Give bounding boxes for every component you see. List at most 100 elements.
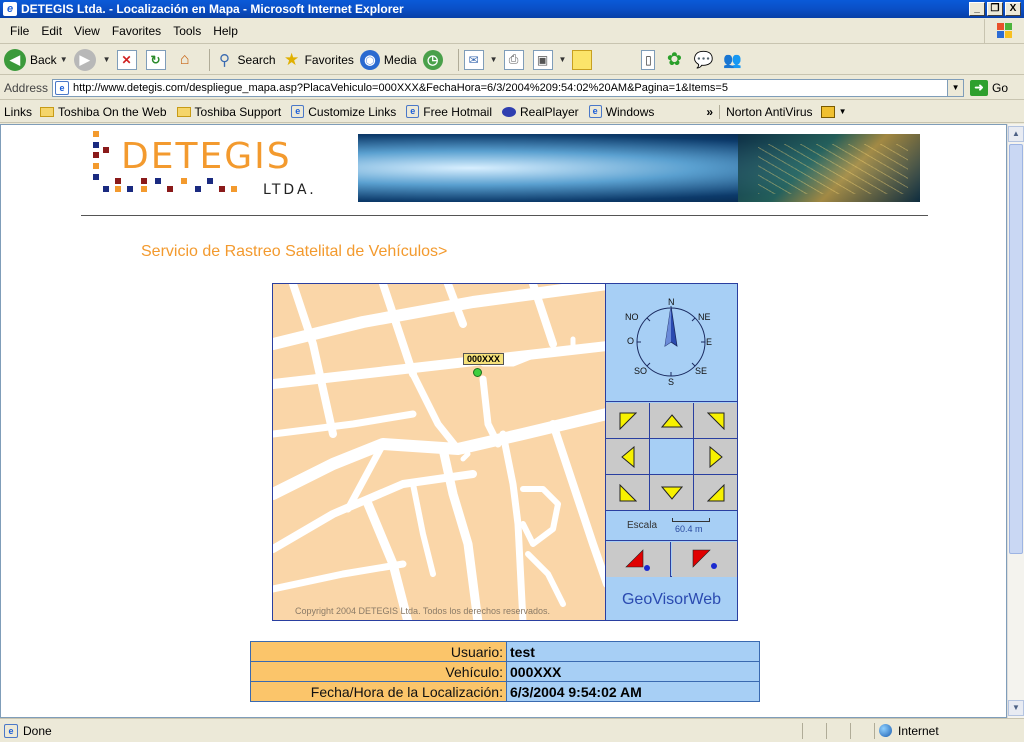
maximize-button[interactable]: ❐ (987, 2, 1003, 16)
minimize-button[interactable]: _ (969, 2, 985, 16)
status-text: Done (23, 723, 52, 738)
address-label: Address (4, 80, 49, 95)
menu-file[interactable]: File (10, 24, 29, 38)
geovisorweb-label: GeoVisorWeb (621, 590, 721, 608)
search-label: Search (237, 52, 276, 67)
scale-label: Escala (627, 520, 658, 531)
home-button[interactable]: ⌂ (175, 50, 198, 70)
compass-ne: NE (698, 312, 711, 322)
link-label: Toshiba On the Web (58, 104, 167, 119)
chat-button[interactable]: 💬 (693, 50, 716, 70)
favorites-star-icon: ★ (283, 49, 300, 69)
scroll-up-button[interactable]: ▲ (1008, 126, 1024, 142)
media-label: Media (383, 52, 417, 67)
vehicle-label: Vehículo: (250, 661, 507, 682)
compass-rose: N NE E SE S SO O NO (606, 284, 737, 402)
media-icon: ◉ (359, 49, 380, 70)
link-hotmail[interactable]: e Free Hotmail (406, 105, 492, 119)
pan-controls (606, 403, 737, 511)
messenger-button[interactable]: ▯ (641, 49, 658, 70)
pan-southeast-button[interactable] (694, 475, 737, 511)
pan-east-button[interactable] (694, 439, 737, 475)
mail-icon: ✉ (463, 49, 484, 70)
header-banner-image (358, 134, 920, 202)
location-info-table: Usuario: test Vehículo: 000XXX Fecha/Hor… (250, 641, 760, 702)
favorites-button[interactable]: ★ Favorites (282, 50, 354, 70)
scroll-down-button[interactable]: ▼ (1008, 700, 1024, 716)
menu-tools[interactable]: Tools (173, 24, 201, 38)
menu-view[interactable]: View (74, 24, 100, 38)
globe-icon (879, 724, 892, 737)
menu-edit[interactable]: Edit (41, 24, 62, 38)
link-label: RealPlayer (519, 104, 579, 119)
link-toshiba-web[interactable]: Toshiba On the Web (40, 105, 167, 119)
window-title-bar[interactable]: e DETEGIS Ltda. - Localización en Mapa -… (0, 0, 1024, 18)
map-copyright: Copyright 2004 DETEGIS Ltda. Todos los d… (295, 606, 550, 616)
favorites-label: Favorites (304, 52, 354, 67)
address-dropdown-icon[interactable]: ▼ (947, 79, 964, 96)
norton-dropdown-icon[interactable]: ▼ (839, 107, 847, 116)
link-toshiba-support[interactable]: Toshiba Support (176, 105, 281, 119)
links-chevron-icon[interactable]: » (706, 105, 713, 119)
map-canvas[interactable]: 000XXX Copyright 2004 DETEGIS Ltda. Todo… (272, 283, 606, 621)
zoom-in-button[interactable] (606, 542, 671, 577)
forward-dropdown-icon[interactable]: ▼ (103, 55, 111, 64)
address-input[interactable]: e http://www.detegis.com/despliegue_mapa… (52, 78, 965, 97)
ie-app-icon[interactable]: e (3, 2, 17, 16)
pan-south-button[interactable] (650, 475, 694, 511)
page-viewport[interactable]: DETEGIS LTDA. Servicio de Rastreo Sateli… (0, 124, 1007, 718)
edit-icon: ▣ (532, 49, 553, 70)
ie-page-icon: e (588, 105, 602, 118)
go-button[interactable]: ➜ Go (970, 79, 1008, 96)
refresh-button[interactable]: ↻ (145, 49, 169, 70)
scroll-thumb[interactable] (1009, 144, 1023, 554)
back-dropdown-icon[interactable]: ▼ (60, 55, 68, 64)
norton-icon (820, 105, 835, 118)
arrow-southeast-icon (706, 483, 724, 501)
address-url[interactable]: http://www.detegis.com/despliegue_mapa.a… (73, 82, 947, 94)
stop-button[interactable]: ✕ (116, 49, 140, 70)
toolbar-separator (457, 48, 459, 71)
link-customize[interactable]: e Customize Links (291, 105, 396, 119)
norton-toolbar[interactable]: Norton AntiVirus ▼ (719, 104, 847, 119)
contacts-button[interactable]: 👥 (722, 50, 745, 70)
link-realplayer[interactable]: RealPlayer (501, 104, 579, 119)
zoom-out-button[interactable] (672, 542, 737, 577)
close-button[interactable]: X (1005, 2, 1021, 16)
mail-dropdown-icon[interactable]: ▼ (490, 55, 498, 64)
pan-northwest-button[interactable] (606, 403, 650, 439)
vertical-scrollbar[interactable]: ▲ ▼ (1007, 124, 1024, 718)
ie-page-icon: e (55, 80, 70, 95)
refresh-icon: ↻ (145, 49, 166, 70)
back-button[interactable]: ◀ Back ▼ (4, 48, 68, 71)
icq-button[interactable]: ✿ (664, 49, 687, 70)
pan-north-button[interactable] (650, 403, 694, 439)
user-label: Usuario: (250, 641, 507, 662)
standard-toolbar: ◀ Back ▼ ▶ ▼ ✕ ↻ ⌂ ⚲ Search ★ Favorites … (0, 45, 1024, 75)
logo-brand-text: DETEGIS (121, 136, 292, 177)
media-button[interactable]: ◉ Media (359, 49, 417, 70)
pan-southwest-button[interactable] (606, 475, 650, 511)
arrow-southwest-icon (619, 483, 637, 501)
link-windows[interactable]: e Windows (588, 105, 654, 119)
edit-dropdown-icon[interactable]: ▼ (559, 55, 567, 64)
vehicle-location-marker[interactable] (473, 368, 482, 377)
pan-northeast-button[interactable] (694, 403, 737, 439)
arrow-northeast-icon (706, 412, 724, 430)
print-button[interactable]: ⎙ (503, 49, 527, 70)
compass-so: SO (634, 366, 648, 376)
search-button[interactable]: ⚲ Search (215, 50, 276, 70)
forward-button[interactable]: ▶ ▼ (73, 48, 111, 71)
security-zone[interactable]: Internet (874, 722, 1024, 739)
edit-button[interactable]: ▣ ▼ (532, 49, 567, 70)
discuss-button[interactable] (572, 49, 595, 70)
mail-button[interactable]: ✉ ▼ (463, 49, 498, 70)
history-button[interactable]: ◷ (422, 49, 447, 70)
forward-icon: ▶ (73, 48, 96, 71)
vehicle-plate-label[interactable]: 000XXX (463, 353, 505, 365)
menu-help[interactable]: Help (213, 24, 238, 38)
pan-west-button[interactable] (606, 439, 650, 475)
menu-favorites[interactable]: Favorites (112, 24, 161, 38)
logo-ltda-text: LTDA. (263, 182, 317, 198)
detegis-logo[interactable]: DETEGIS LTDA. (91, 130, 336, 202)
